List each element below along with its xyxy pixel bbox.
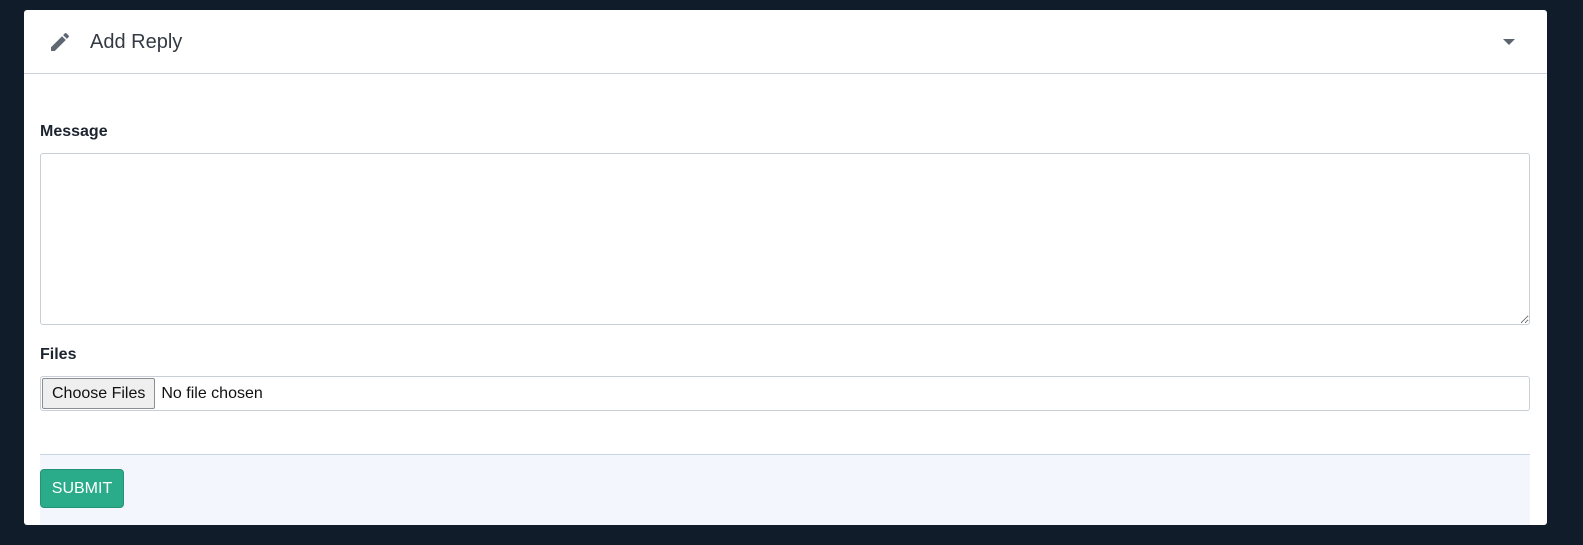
collapse-toggle-button[interactable] (1501, 34, 1517, 50)
card-header: Add Reply (24, 10, 1547, 74)
pencil-icon (48, 30, 72, 54)
add-reply-card: Add Reply Message Files Choose Files No … (24, 10, 1547, 525)
files-input[interactable]: Choose Files No file chosen (40, 376, 1530, 411)
message-textarea[interactable] (40, 153, 1530, 325)
submit-button[interactable]: SUBMIT (40, 469, 124, 508)
caret-down-icon (1503, 39, 1515, 45)
choose-files-button[interactable]: Choose Files (42, 378, 156, 409)
message-label: Message (40, 123, 108, 140)
card-title: Add Reply (90, 31, 183, 53)
files-label: Files (40, 346, 77, 363)
card-footer: SUBMIT (40, 454, 1530, 525)
file-status-text: No file chosen (161, 384, 263, 402)
